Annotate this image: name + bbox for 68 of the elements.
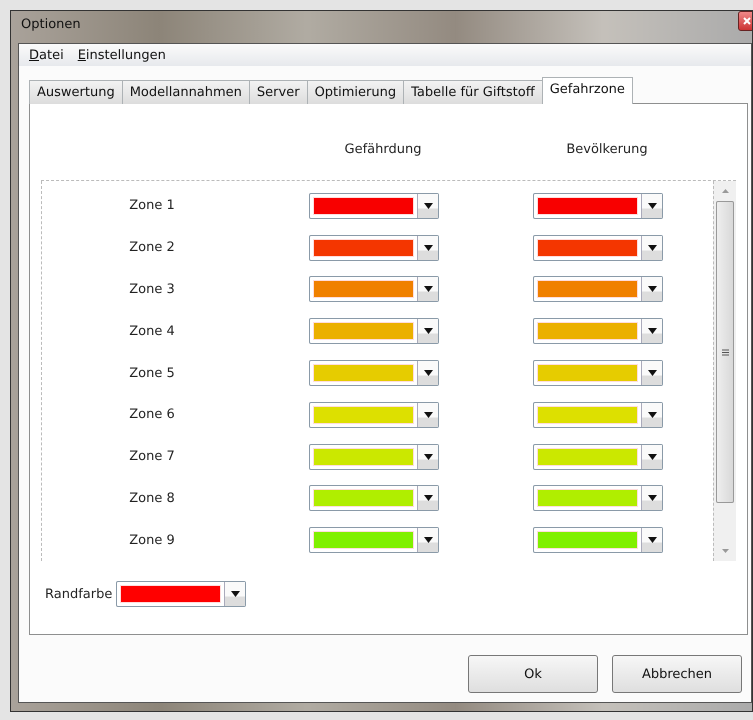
- caret-icon: [424, 202, 432, 209]
- tab[interactable]: Modellannahmen: [122, 80, 250, 104]
- menu-item[interactable]: Einstellungen: [74, 46, 170, 64]
- caret-icon: [424, 495, 432, 502]
- caret-icon: [424, 286, 432, 292]
- color-dropdown[interactable]: [309, 360, 439, 386]
- color-dropdown[interactable]: [533, 444, 663, 470]
- menu-item[interactable]: Datei: [25, 46, 68, 64]
- color-dropdown[interactable]: [533, 402, 663, 428]
- color-dropdown[interactable]: [309, 527, 439, 554]
- ok-button[interactable]: Ok: [468, 655, 598, 693]
- color-dropdown[interactable]: [309, 485, 439, 512]
- color-dropdown[interactable]: [533, 360, 663, 386]
- color-dropdown[interactable]: [533, 276, 663, 302]
- zone-label: Zone 7: [129, 449, 175, 464]
- caret-icon: [648, 286, 656, 292]
- color-dropdown[interactable]: [309, 234, 439, 261]
- color-dropdown[interactable]: [533, 234, 663, 261]
- caret-icon: [424, 412, 432, 418]
- caret-icon: [230, 591, 240, 597]
- color-dropdown[interactable]: [533, 192, 663, 219]
- caret-icon: [648, 495, 656, 502]
- caret-icon: [424, 328, 432, 334]
- scroll-up-icon: [722, 189, 728, 193]
- scrollbar[interactable]: [713, 181, 736, 561]
- color-dropdown[interactable]: [309, 318, 439, 344]
- color-dropdown[interactable]: [309, 276, 439, 302]
- tab[interactable]: Gefahrzone: [542, 77, 633, 104]
- zone-label: Zone 1: [129, 198, 175, 214]
- tab[interactable]: Auswertung: [29, 80, 123, 104]
- color-dropdown[interactable]: [533, 318, 663, 344]
- caret-icon: [424, 244, 432, 251]
- cancel-button[interactable]: Abbrechen: [612, 655, 742, 693]
- caret-icon: [424, 370, 432, 376]
- column-header: Gefährdung: [344, 142, 422, 156]
- color-dropdown[interactable]: [309, 402, 439, 428]
- zone-label: Zone 2: [129, 240, 175, 256]
- scroll-down-icon: [722, 549, 728, 553]
- window-title: Optionen: [20, 16, 81, 32]
- close-icon: [743, 17, 751, 25]
- caret-icon: [648, 370, 656, 376]
- zone-label: Zone 9: [129, 532, 175, 548]
- color-dropdown[interactable]: [309, 444, 439, 470]
- zone-label: Zone 8: [129, 490, 175, 506]
- color-dropdown[interactable]: [533, 527, 663, 554]
- zone-label: Zone 5: [129, 366, 175, 381]
- caret-icon: [648, 244, 656, 251]
- border-color-label: Randfarbe: [45, 586, 112, 602]
- zone-label: Zone 6: [129, 407, 175, 422]
- zone-label: Zone 4: [129, 324, 175, 339]
- caret-icon: [424, 454, 432, 460]
- caret-icon: [648, 328, 656, 334]
- zone-label: Zone 3: [129, 282, 175, 297]
- tab[interactable]: Optimierung: [306, 80, 404, 104]
- caret-icon: [648, 454, 656, 460]
- color-dropdown[interactable]: [533, 485, 663, 512]
- grip-icon: [722, 348, 728, 356]
- caret-icon: [424, 537, 432, 544]
- color-dropdown[interactable]: [309, 192, 439, 219]
- scroll-thumb[interactable]: [716, 201, 734, 503]
- caret-icon: [648, 537, 656, 544]
- tab[interactable]: Tabelle für Giftstoff: [403, 80, 543, 104]
- column-header: Bevölkerung: [566, 142, 648, 156]
- close-button[interactable]: [738, 11, 752, 31]
- caret-icon: [648, 202, 656, 209]
- color-dropdown[interactable]: [116, 581, 246, 607]
- tab[interactable]: Server: [248, 80, 308, 104]
- caret-icon: [648, 412, 656, 418]
